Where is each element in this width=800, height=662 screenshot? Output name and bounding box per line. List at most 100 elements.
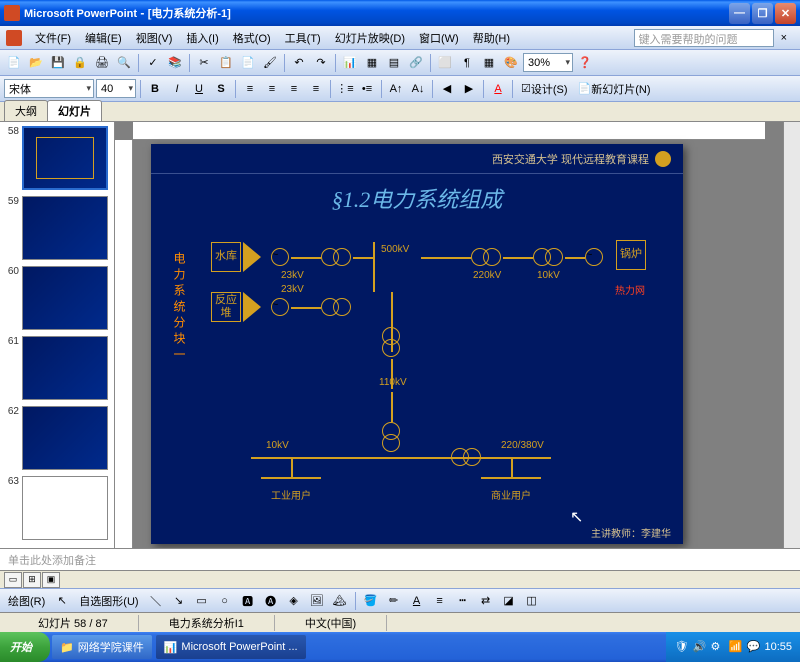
- thumb-63[interactable]: 63: [4, 476, 110, 540]
- textbox-icon[interactable]: 🅰: [238, 591, 258, 611]
- thumb-62[interactable]: 62: [4, 406, 110, 470]
- menu-format[interactable]: 格式(O): [226, 28, 278, 48]
- hyperlink-icon[interactable]: 🔗: [406, 53, 426, 73]
- decrease-font-icon[interactable]: A↓: [408, 79, 428, 99]
- distribute-icon[interactable]: ≡: [306, 79, 326, 99]
- menu-close-doc[interactable]: ×: [774, 30, 794, 46]
- save-icon[interactable]: 💾: [48, 53, 68, 73]
- rectangle-icon[interactable]: ▭: [192, 591, 212, 611]
- bullets-icon[interactable]: •≡: [357, 79, 377, 99]
- system-tray[interactable]: 🛡 🔊 ⚙ 📶 💬 10:55: [666, 632, 800, 662]
- italic-icon[interactable]: I: [167, 79, 187, 99]
- preview-icon[interactable]: 🔍: [114, 53, 134, 73]
- start-button[interactable]: 开始: [0, 632, 50, 662]
- menu-insert[interactable]: 插入(I): [179, 28, 225, 48]
- permission-icon[interactable]: 🔒: [70, 53, 90, 73]
- thumb-58[interactable]: 58: [4, 126, 110, 190]
- increase-indent-icon[interactable]: ▶: [459, 79, 479, 99]
- numbering-icon[interactable]: ⋮≡: [335, 79, 355, 99]
- bold-icon[interactable]: B: [145, 79, 165, 99]
- menu-slideshow[interactable]: 幻灯片放映(D): [328, 28, 412, 48]
- font-combo[interactable]: 宋体: [4, 79, 94, 98]
- arrow-style-icon[interactable]: ⇄: [476, 591, 496, 611]
- decrease-indent-icon[interactable]: ◀: [437, 79, 457, 99]
- thumb-59[interactable]: 59: [4, 196, 110, 260]
- menu-view[interactable]: 视图(V): [129, 28, 180, 48]
- increase-font-icon[interactable]: A↑: [386, 79, 406, 99]
- tray-clock[interactable]: 10:55: [764, 641, 792, 653]
- line-style-icon[interactable]: ≡: [430, 591, 450, 611]
- normal-view-button[interactable]: ▭: [4, 572, 22, 588]
- menu-tools[interactable]: 工具(T): [278, 28, 328, 48]
- expand-icon[interactable]: ⬜: [435, 53, 455, 73]
- tab-slides[interactable]: 幻灯片: [47, 100, 102, 121]
- underline-icon[interactable]: U: [189, 79, 209, 99]
- menu-file[interactable]: 文件(F): [28, 28, 78, 48]
- paste-icon[interactable]: 📄: [238, 53, 258, 73]
- tables-borders-icon[interactable]: ▤: [384, 53, 404, 73]
- clipart-icon[interactable]: 🖼: [307, 591, 327, 611]
- close-button[interactable]: ✕: [775, 3, 796, 24]
- tray-icon-5[interactable]: 💬: [746, 640, 760, 654]
- print-icon[interactable]: 🖨: [92, 53, 112, 73]
- slide-edit-area[interactable]: 西安交通大学 现代远程教育课程 §1.2电力系统组成 电力系统分块一 水库 ~ …: [115, 122, 783, 548]
- copy-icon[interactable]: 📋: [216, 53, 236, 73]
- slide-canvas[interactable]: 西安交通大学 现代远程教育课程 §1.2电力系统组成 电力系统分块一 水库 ~ …: [151, 144, 683, 544]
- grid-icon[interactable]: ▦: [479, 53, 499, 73]
- thumbnail-panel[interactable]: 58 59 60 61 62 63: [0, 122, 115, 548]
- thumb-60[interactable]: 60: [4, 266, 110, 330]
- 3d-style-icon[interactable]: ◫: [522, 591, 542, 611]
- new-slide-button[interactable]: 📄 新幻灯片(N): [574, 79, 655, 99]
- table-icon[interactable]: ▦: [362, 53, 382, 73]
- tray-icon-2[interactable]: 🔊: [692, 640, 706, 654]
- help-icon[interactable]: ❓: [575, 53, 595, 73]
- taskbar-item-2[interactable]: 📊 Microsoft PowerPoint ...: [156, 635, 306, 659]
- undo-icon[interactable]: ↶: [289, 53, 309, 73]
- maximize-button[interactable]: ❐: [752, 3, 773, 24]
- help-search-input[interactable]: 键入需要帮助的问题: [634, 29, 774, 47]
- spelling-icon[interactable]: ✓: [143, 53, 163, 73]
- dash-style-icon[interactable]: ┅: [453, 591, 473, 611]
- show-format-icon[interactable]: ¶: [457, 53, 477, 73]
- menu-help[interactable]: 帮助(H): [466, 28, 517, 48]
- font-color-draw-icon[interactable]: A: [407, 591, 427, 611]
- shadow-icon[interactable]: S: [211, 79, 231, 99]
- tray-icon-1[interactable]: 🛡: [674, 640, 688, 654]
- redo-icon[interactable]: ↷: [311, 53, 331, 73]
- notes-pane[interactable]: 单击此处添加备注: [0, 548, 800, 570]
- design-button[interactable]: ☑ 设计(S): [517, 79, 572, 99]
- new-icon[interactable]: 📄: [4, 53, 24, 73]
- draw-menu[interactable]: 绘图(R): [4, 591, 49, 611]
- select-icon[interactable]: ↖: [52, 591, 72, 611]
- arrow-icon[interactable]: ↘: [169, 591, 189, 611]
- zoom-combo[interactable]: 30%: [523, 53, 573, 72]
- slideshow-view-button[interactable]: ▣: [42, 572, 60, 588]
- taskbar-item-1[interactable]: 📁 网络学院课件: [52, 635, 152, 659]
- fill-color-icon[interactable]: 🪣: [361, 591, 381, 611]
- autoshapes-menu[interactable]: 自选图形(U): [75, 591, 142, 611]
- line-icon[interactable]: ＼: [146, 591, 166, 611]
- color-icon[interactable]: 🎨: [501, 53, 521, 73]
- open-icon[interactable]: 📂: [26, 53, 46, 73]
- chart-icon[interactable]: 📊: [340, 53, 360, 73]
- tab-outline[interactable]: 大纲: [4, 100, 48, 121]
- align-left-icon[interactable]: ≡: [240, 79, 260, 99]
- diagram-icon[interactable]: ◈: [284, 591, 304, 611]
- line-color-icon[interactable]: ✏: [384, 591, 404, 611]
- align-right-icon[interactable]: ≡: [284, 79, 304, 99]
- shadow-style-icon[interactable]: ◪: [499, 591, 519, 611]
- menu-window[interactable]: 窗口(W): [412, 28, 466, 48]
- minimize-button[interactable]: —: [729, 3, 750, 24]
- format-painter-icon[interactable]: 🖌: [260, 53, 280, 73]
- size-combo[interactable]: 40: [96, 79, 136, 98]
- tray-icon-4[interactable]: 📶: [728, 640, 742, 654]
- cut-icon[interactable]: ✂: [194, 53, 214, 73]
- vertical-scrollbar[interactable]: [783, 122, 800, 548]
- thumb-61[interactable]: 61: [4, 336, 110, 400]
- research-icon[interactable]: 📚: [165, 53, 185, 73]
- tray-icon-3[interactable]: ⚙: [710, 640, 724, 654]
- sorter-view-button[interactable]: ⊞: [23, 572, 41, 588]
- picture-icon[interactable]: 🏔: [330, 591, 350, 611]
- align-center-icon[interactable]: ≡: [262, 79, 282, 99]
- menu-edit[interactable]: 编辑(E): [78, 28, 129, 48]
